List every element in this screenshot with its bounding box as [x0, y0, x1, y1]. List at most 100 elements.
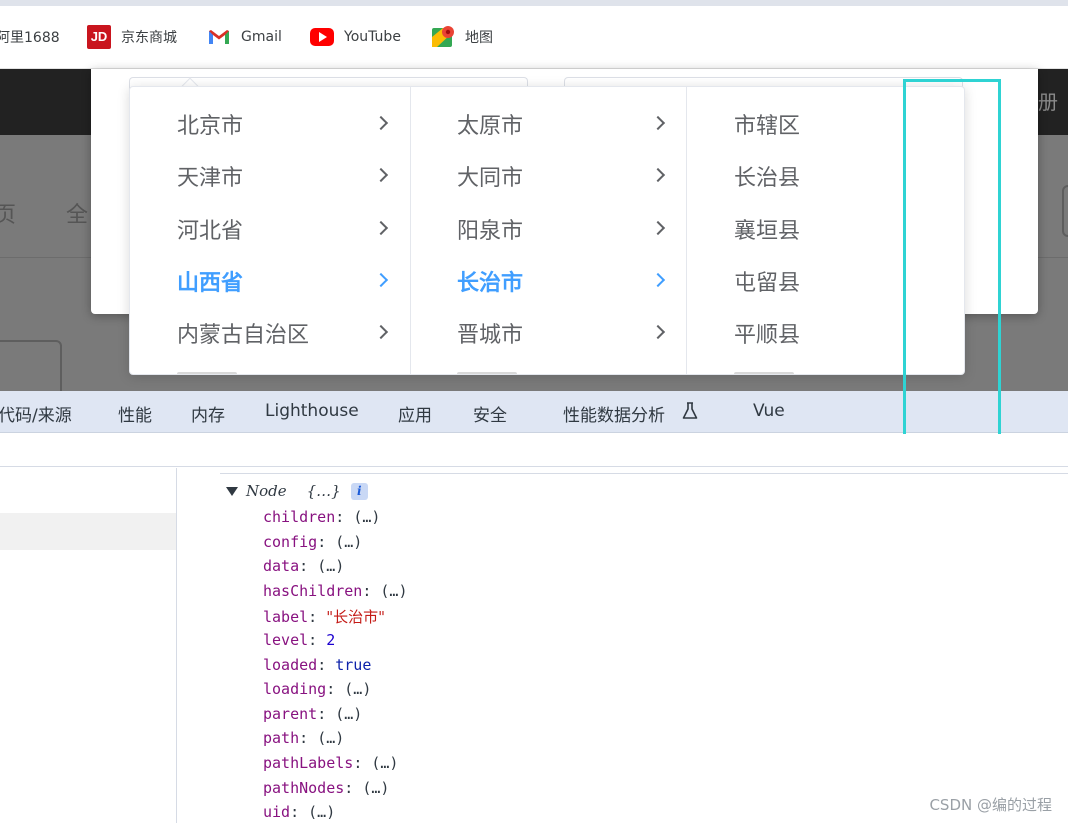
flask-icon	[682, 402, 698, 419]
property-colon: :	[353, 754, 372, 772]
cascader-option[interactable]: 北京市	[177, 104, 243, 144]
property-row[interactable]: path: (…)	[263, 729, 344, 747]
bookmark-alibaba[interactable]: 阿里1688	[0, 24, 60, 50]
jd-icon: JD	[87, 25, 111, 49]
property-colon: :	[299, 557, 318, 576]
property-key: parent	[263, 704, 318, 723]
property-colon: :	[344, 778, 363, 797]
cascader-option[interactable]: 阳泉市	[457, 209, 523, 249]
property-colon: :	[308, 608, 327, 627]
devtools-left-panel	[0, 468, 177, 823]
bookmark-youtube[interactable]: YouTube	[310, 24, 401, 50]
nav-home-text: 页	[0, 203, 17, 228]
cascader-option[interactable]: 屯留县	[734, 261, 800, 301]
property-row[interactable]: pathNodes: (…)	[263, 779, 389, 797]
property-row[interactable]: children: (…)	[263, 508, 380, 526]
property-row[interactable]: level: 2	[263, 631, 335, 649]
property-getter-value[interactable]: (…)	[308, 803, 335, 821]
info-icon[interactable]: i	[350, 482, 368, 500]
property-colon: :	[335, 508, 354, 526]
property-getter-value[interactable]: (…)	[380, 582, 407, 600]
cascader-option[interactable]: 太原市	[457, 104, 523, 144]
cascader-option[interactable]: 市辖区	[734, 104, 800, 144]
chevron-right-icon	[373, 324, 389, 340]
property-getter-value[interactable]: (…)	[344, 680, 371, 698]
cascader-option[interactable]: 河北省	[177, 209, 243, 249]
property-value: 2	[326, 631, 336, 649]
cascader-option-active[interactable]: 山西省	[177, 261, 243, 301]
property-getter-value[interactable]: (…)	[317, 557, 344, 575]
property-getter-value[interactable]: (…)	[353, 508, 380, 526]
property-key: hasChildren	[263, 581, 363, 600]
property-getter-value[interactable]: (…)	[317, 729, 344, 747]
cascader-option[interactable]: 平顺县	[734, 313, 800, 353]
chevron-right-icon	[650, 272, 666, 288]
bookmarks-bar: 阿里1688 JD 京东商城 Gmail YouTube 地图	[0, 6, 1068, 69]
property-colon: :	[317, 655, 336, 674]
property-row[interactable]: config: (…)	[263, 533, 362, 551]
nav-all-text: 全	[66, 203, 89, 228]
panel-divider	[220, 473, 1068, 474]
property-row[interactable]: pathLabels: (…)	[263, 754, 398, 772]
tab-vue[interactable]: Vue	[753, 401, 785, 421]
property-key: loading	[263, 680, 327, 699]
cascader-option[interactable]: 长治县	[734, 156, 800, 196]
chevron-right-icon	[373, 272, 389, 288]
bookmark-label: 阿里1688	[0, 30, 60, 46]
tab-security[interactable]: 安全	[473, 401, 507, 426]
property-colon: :	[326, 680, 345, 699]
property-key: pathNodes	[263, 778, 345, 797]
property-row[interactable]: label: "长治市"	[263, 606, 385, 627]
property-key: uid	[263, 803, 291, 822]
node-preview: {…}	[306, 482, 341, 500]
cascader-dropdown: 北京市 天津市 河北省 山西省 内蒙古自治区 太原市 大同市 阳泉市 长治市 晋…	[129, 86, 965, 375]
property-row[interactable]: parent: (…)	[263, 705, 362, 723]
property-row[interactable]: data: (…)	[263, 557, 344, 575]
tab-lighthouse[interactable]: Lighthouse	[265, 401, 359, 421]
property-getter-value[interactable]: (…)	[335, 705, 362, 723]
property-getter-value[interactable]: (…)	[362, 779, 389, 797]
bookmark-maps[interactable]: 地图	[431, 24, 493, 50]
cascader-option[interactable]: 天津市	[177, 156, 243, 196]
tree-node-root[interactable]: Node {…} i	[226, 482, 368, 500]
tab-application[interactable]: 应用	[398, 401, 432, 426]
property-row[interactable]: loaded: true	[263, 656, 371, 674]
property-row[interactable]: hasChildren: (…)	[263, 582, 408, 600]
bookmark-label: 地图	[465, 30, 493, 46]
property-key: level	[263, 631, 309, 649]
bookmark-label: YouTube	[344, 29, 401, 45]
bookmark-label: Gmail	[241, 29, 282, 45]
bookmark-gmail[interactable]: Gmail	[207, 24, 282, 50]
cascader-option[interactable]: 襄垣县	[734, 209, 800, 249]
clipped-option	[177, 372, 237, 374]
property-colon: :	[290, 803, 309, 822]
property-colon: :	[362, 581, 381, 600]
chevron-right-icon	[650, 324, 666, 340]
tab-performance-insights[interactable]: 性能数据分析	[563, 401, 665, 426]
clipped-option	[457, 372, 517, 374]
cascader-option[interactable]: 内蒙古自治区	[177, 313, 309, 353]
chevron-right-icon	[650, 115, 666, 131]
property-getter-value[interactable]: (…)	[371, 754, 398, 772]
gmail-icon	[207, 25, 231, 49]
selected-row[interactable]	[0, 513, 176, 550]
chevron-right-icon	[373, 220, 389, 236]
bookmark-label: 京东商城	[121, 30, 177, 46]
tab-memory[interactable]: 内存	[191, 401, 225, 426]
property-colon: :	[299, 729, 318, 748]
property-getter-value[interactable]: (…)	[335, 533, 362, 551]
property-key: loaded	[263, 655, 318, 674]
cascader-column-city: 太原市 大同市 阳泉市 长治市 晋城市	[411, 87, 687, 374]
cascader-option-active[interactable]: 长治市	[457, 261, 523, 301]
property-row[interactable]: loading: (…)	[263, 680, 371, 698]
highlight-box	[903, 79, 1001, 443]
devtools-toolbar	[0, 434, 1068, 467]
header-register-link[interactable]: 册	[1038, 86, 1058, 115]
tab-performance[interactable]: 性能	[118, 401, 152, 426]
bookmark-jd[interactable]: JD 京东商城	[87, 24, 177, 50]
triangle-down-icon[interactable]	[226, 486, 238, 496]
cascader-option[interactable]: 大同市	[457, 156, 523, 196]
tab-sources[interactable]: 代码/来源	[0, 401, 72, 426]
property-row[interactable]: uid: (…)	[263, 803, 335, 821]
cascader-option[interactable]: 晋城市	[457, 313, 523, 353]
